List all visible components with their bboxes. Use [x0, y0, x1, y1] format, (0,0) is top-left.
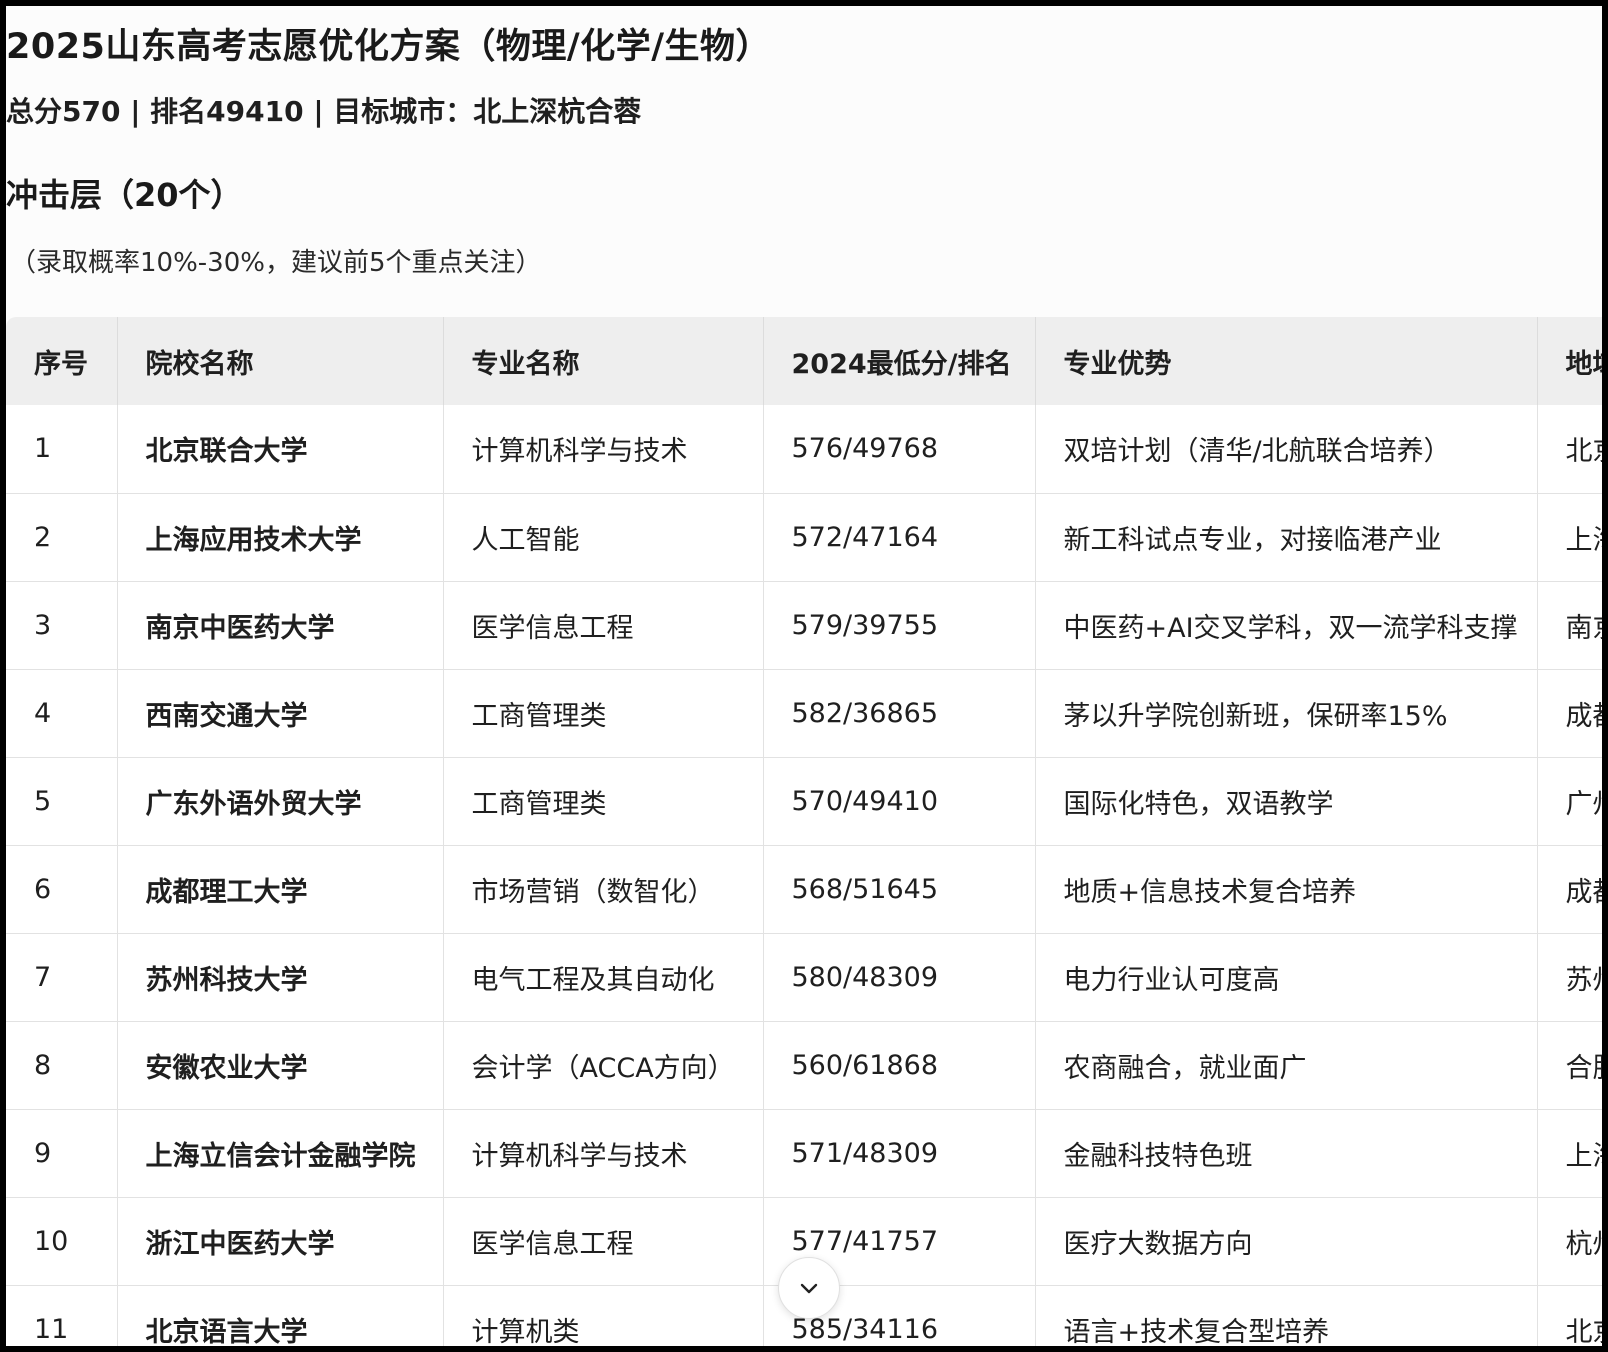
cell-school: 西南交通大学: [117, 669, 444, 757]
cell-school: 成都理工大学: [117, 845, 444, 933]
cell-index: 10: [6, 1197, 118, 1285]
cell-score: 560/61868: [763, 1021, 1036, 1109]
cell-location: 广州: [1537, 757, 1602, 845]
cell-school: 上海立信会计金融学院: [117, 1109, 444, 1197]
cell-advantage: 双培计划（清华/北航联合培养）: [1035, 405, 1538, 493]
tier-heading: 冲击层（20个）: [6, 176, 243, 214]
cell-major: 计算机科学与技术: [443, 1109, 764, 1197]
cell-location: 南京: [1537, 581, 1602, 669]
chevron-down-icon: [797, 1276, 821, 1300]
cell-advantage: 语言+技术复合型培养: [1035, 1285, 1538, 1346]
cell-major: 人工智能: [443, 493, 764, 581]
cell-major: 市场营销（数智化）: [443, 845, 764, 933]
tier-note: （录取概率10%-30%，建议前5个重点关注）: [10, 248, 542, 278]
cell-advantage: 农商融合，就业面广: [1035, 1021, 1538, 1109]
cell-location: 北京: [1537, 1285, 1602, 1346]
table-row: 5广东外语外贸大学工商管理类570/49410国际化特色，双语教学广州: [6, 757, 1602, 845]
column-header-advantage: 专业优势: [1035, 317, 1538, 405]
cell-score: 572/47164: [763, 493, 1036, 581]
table-row: 3 南京中医药大学 医学信息工程 579/39755 中医药+AI交叉学科，双一流学科支…: [6, 581, 1602, 669]
cell-score: 579/39755: [763, 581, 1036, 669]
cell-advantage: 金融科技特色班: [1035, 1109, 1538, 1197]
cell-score: 582/36865: [763, 669, 1036, 757]
cell-school: 上海应用技术大学: [117, 493, 444, 581]
cell-index: 5: [6, 757, 118, 845]
cell-location: 北京: [1537, 405, 1602, 493]
cell-advantage: 中医药+AI交叉学科，双一流学科支撑: [1035, 581, 1538, 669]
cell-score: 580/48309: [763, 933, 1036, 1021]
cell-major: 电气工程及其自动化: [443, 933, 764, 1021]
cell-index: 11: [6, 1285, 118, 1346]
table-header-row: 序号 院校名称 专业名称 2024最低分/排名 专业优势 地域: [6, 317, 1602, 405]
column-header-location: 地域: [1537, 317, 1602, 405]
table-row: 8安徽农业大学会计学（ACCA方向）560/61868农商融合，就业面广合肥: [6, 1021, 1602, 1109]
cell-location: 杭州: [1537, 1197, 1602, 1285]
table-row: 2上海应用技术大学人工智能572/47164新工科试点专业，对接临港产业上海: [6, 493, 1602, 581]
admission-table: 序号 院校名称 专业名称 2024最低分/排名 专业优势 地域 1北京联合大学计…: [6, 317, 1602, 1346]
column-header-score: 2024最低分/排名: [763, 317, 1036, 405]
cell-index: 7: [6, 933, 118, 1021]
cell-advantage: 国际化特色，双语教学: [1035, 757, 1538, 845]
cell-location: 苏州: [1537, 933, 1602, 1021]
cell-index: 6: [6, 845, 118, 933]
cell-index: 9: [6, 1109, 118, 1197]
table-body: 1 北京联合大学 计算机科学与技术 576/49768 双培计划（清华/北航联合培养）北…: [6, 405, 1602, 1346]
cell-score: 576/49768: [763, 405, 1036, 493]
cell-major: 医学信息工程: [443, 1197, 764, 1285]
cell-school: 北京联合大学: [117, 405, 444, 493]
cell-school: 南京中医药大学: [117, 581, 444, 669]
cell-location: 上海: [1537, 493, 1602, 581]
cell-major: 计算机科学与技术: [443, 405, 764, 493]
cell-index: 3: [6, 581, 118, 669]
page-title: 2025山东高考志愿优化方案（物理/化学/生物）: [6, 27, 771, 67]
table-row: 9上海立信会计金融学院计算机科学与技术571/48309金融科技特色班上海: [6, 1109, 1602, 1197]
column-header-index: 序号: [6, 317, 118, 405]
cell-score: 568/51645: [763, 845, 1036, 933]
cell-location: 上海: [1537, 1109, 1602, 1197]
cell-location: 成都: [1537, 845, 1602, 933]
cell-major: 会计学（ACCA方向）: [443, 1021, 764, 1109]
cell-advantage: 茅以升学院创新班，保研率15%: [1035, 669, 1538, 757]
table-row: 7苏州科技大学电气工程及其自动化580/48309电力行业认可度高苏州: [6, 933, 1602, 1021]
cell-major: 计算机类: [443, 1285, 764, 1346]
cell-school: 浙江中医药大学: [117, 1197, 444, 1285]
cell-index: 8: [6, 1021, 118, 1109]
scroll-down-button[interactable]: [778, 1257, 840, 1319]
cell-location: 成都: [1537, 669, 1602, 757]
cell-score: 571/48309: [763, 1109, 1036, 1197]
table-scroll-container[interactable]: 序号 院校名称 专业名称 2024最低分/排名 专业优势 地域 1北京联合大学计…: [6, 317, 1602, 1346]
page: 2025山东高考志愿优化方案（物理/化学/生物） 总分570 | 排名49410…: [6, 6, 1602, 1346]
table-row: 4西南交通大学工商管理类582/36865茅以升学院创新班，保研率15%成都: [6, 669, 1602, 757]
cell-major: 工商管理类: [443, 757, 764, 845]
cell-index: 1: [6, 405, 118, 493]
cell-school: 安徽农业大学: [117, 1021, 444, 1109]
column-header-school: 院校名称: [117, 317, 444, 405]
cell-index: 4: [6, 669, 118, 757]
cell-advantage: 新工科试点专业，对接临港产业: [1035, 493, 1538, 581]
table-row: 1 北京联合大学 计算机科学与技术 576/49768 双培计划（清华/北航联合培养）北…: [6, 405, 1602, 493]
cell-advantage: 地质+信息技术复合培养: [1035, 845, 1538, 933]
cell-score: 570/49410: [763, 757, 1036, 845]
cell-advantage: 医疗大数据方向: [1035, 1197, 1538, 1285]
score-summary: 总分570 | 排名49410 | 目标城市：北上深杭合蓉: [6, 95, 642, 128]
cell-major: 医学信息工程: [443, 581, 764, 669]
cell-school: 苏州科技大学: [117, 933, 444, 1021]
cell-major: 工商管理类: [443, 669, 764, 757]
table-row: 6成都理工大学市场营销（数智化）568/51645地质+信息技术复合培养成都: [6, 845, 1602, 933]
cell-location: 合肥: [1537, 1021, 1602, 1109]
cell-advantage: 电力行业认可度高: [1035, 933, 1538, 1021]
column-header-major: 专业名称: [443, 317, 764, 405]
cell-school: 广东外语外贸大学: [117, 757, 444, 845]
cell-index: 2: [6, 493, 118, 581]
cell-school: 北京语言大学: [117, 1285, 444, 1346]
